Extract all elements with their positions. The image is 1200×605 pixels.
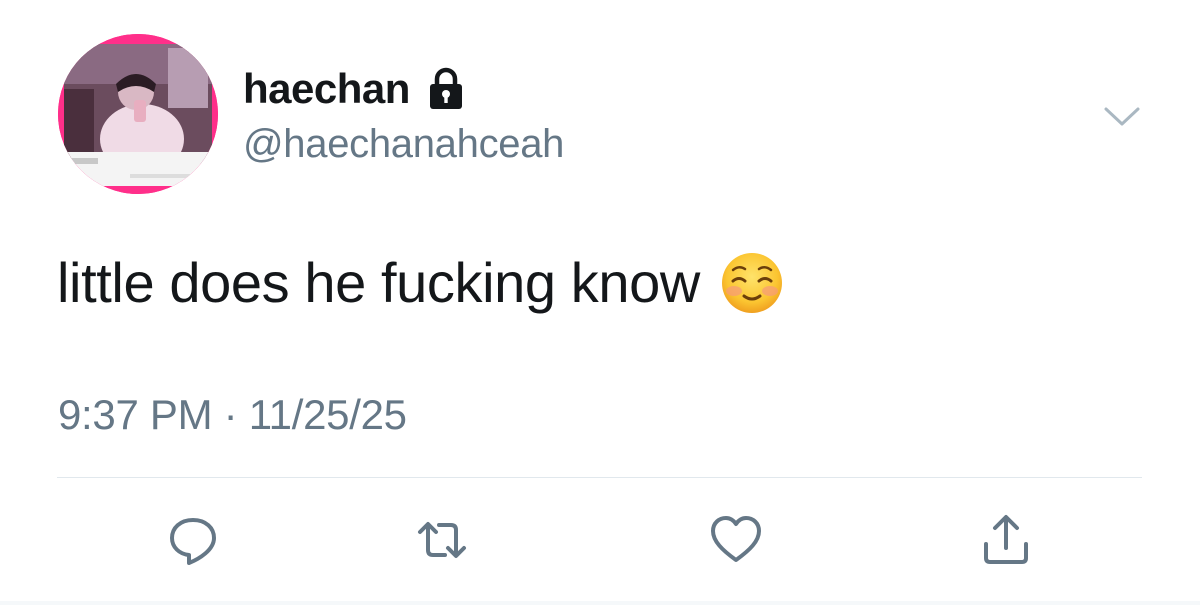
reply-icon [170,518,216,565]
tweet-text: little does he fucking know [57,251,700,314]
retweet-button[interactable] [414,512,470,568]
share-button[interactable] [978,512,1034,568]
tweet-text-row: little does he fucking know [57,249,784,317]
divider [57,477,1142,478]
relieved-smiling-face-emoji [720,251,784,315]
lock-icon [426,67,466,111]
chevron-down-icon[interactable] [1102,104,1142,130]
avatar-photo [58,34,218,194]
share-icon [984,515,1028,564]
author-name-row[interactable]: haechan [243,64,466,114]
heart-icon [711,516,761,562]
timestamp[interactable]: 9:37 PM · 11/25/25 [58,388,407,442]
display-name[interactable]: haechan [243,64,410,114]
handle[interactable]: @haechanahceah [243,119,564,169]
bottom-separator [0,601,1200,605]
avatar[interactable] [58,34,218,194]
like-button[interactable] [708,512,764,568]
retweet-icon [418,522,466,558]
reply-button[interactable] [165,512,221,568]
